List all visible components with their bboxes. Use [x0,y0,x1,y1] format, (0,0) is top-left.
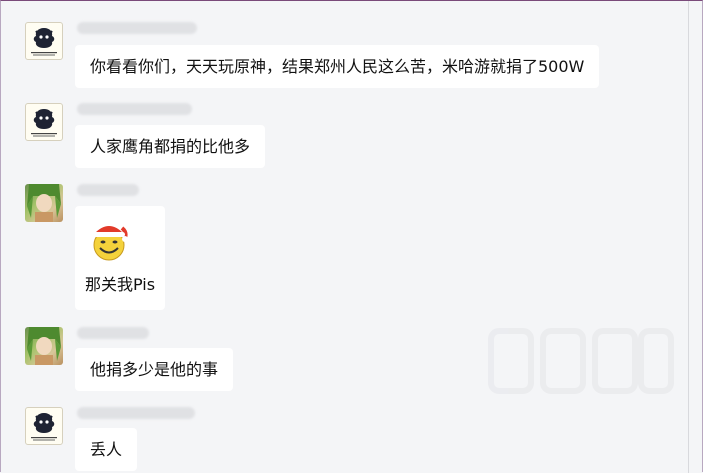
message-bubble[interactable]: 丢人 [75,428,138,471]
chat-window: 你看看你们，天天玩原神，结果郑州人民这么苦，米哈游就捐了500W 人家鹰角都捐的… [0,0,703,473]
sender-name [77,184,139,196]
scrollbar-divider [688,1,689,473]
avatar[interactable] [25,327,63,365]
sender-name [77,103,192,115]
avatar[interactable] [25,407,63,445]
message-bubble[interactable]: 人家鹰角都捐的比他多 [75,125,266,168]
message-bubble[interactable]: 他捐多少是他的事 [75,348,234,391]
message-bubble[interactable]: 那关我Pis [75,206,165,310]
message-text: 人家鹰角都捐的比他多 [90,137,251,156]
scrollbar-track[interactable] [678,1,702,473]
avatar[interactable] [25,184,63,222]
message-text: 他捐多少是他的事 [90,360,219,379]
green-hair-character-avatar-icon [27,327,61,365]
sender-name [77,22,197,34]
sender-name [77,327,149,339]
avatar[interactable] [25,103,63,141]
dark-creature-avatar-icon [31,28,57,56]
santa-hat-smiley-icon [89,218,129,262]
message-text: 丢人 [90,440,123,459]
sender-name [77,407,195,419]
message-text: 那关我Pis [85,275,156,294]
dark-creature-avatar-icon [31,109,57,137]
green-hair-character-avatar-icon [27,184,61,222]
avatar[interactable] [25,22,63,60]
watermark-logo [488,328,674,394]
message-bubble[interactable]: 你看看你们，天天玩原神，结果郑州人民这么苦，米哈游就捐了500W [75,45,600,88]
message-text: 你看看你们，天天玩原神，结果郑州人民这么苦，米哈游就捐了500W [90,57,585,76]
dark-creature-avatar-icon [31,413,57,441]
